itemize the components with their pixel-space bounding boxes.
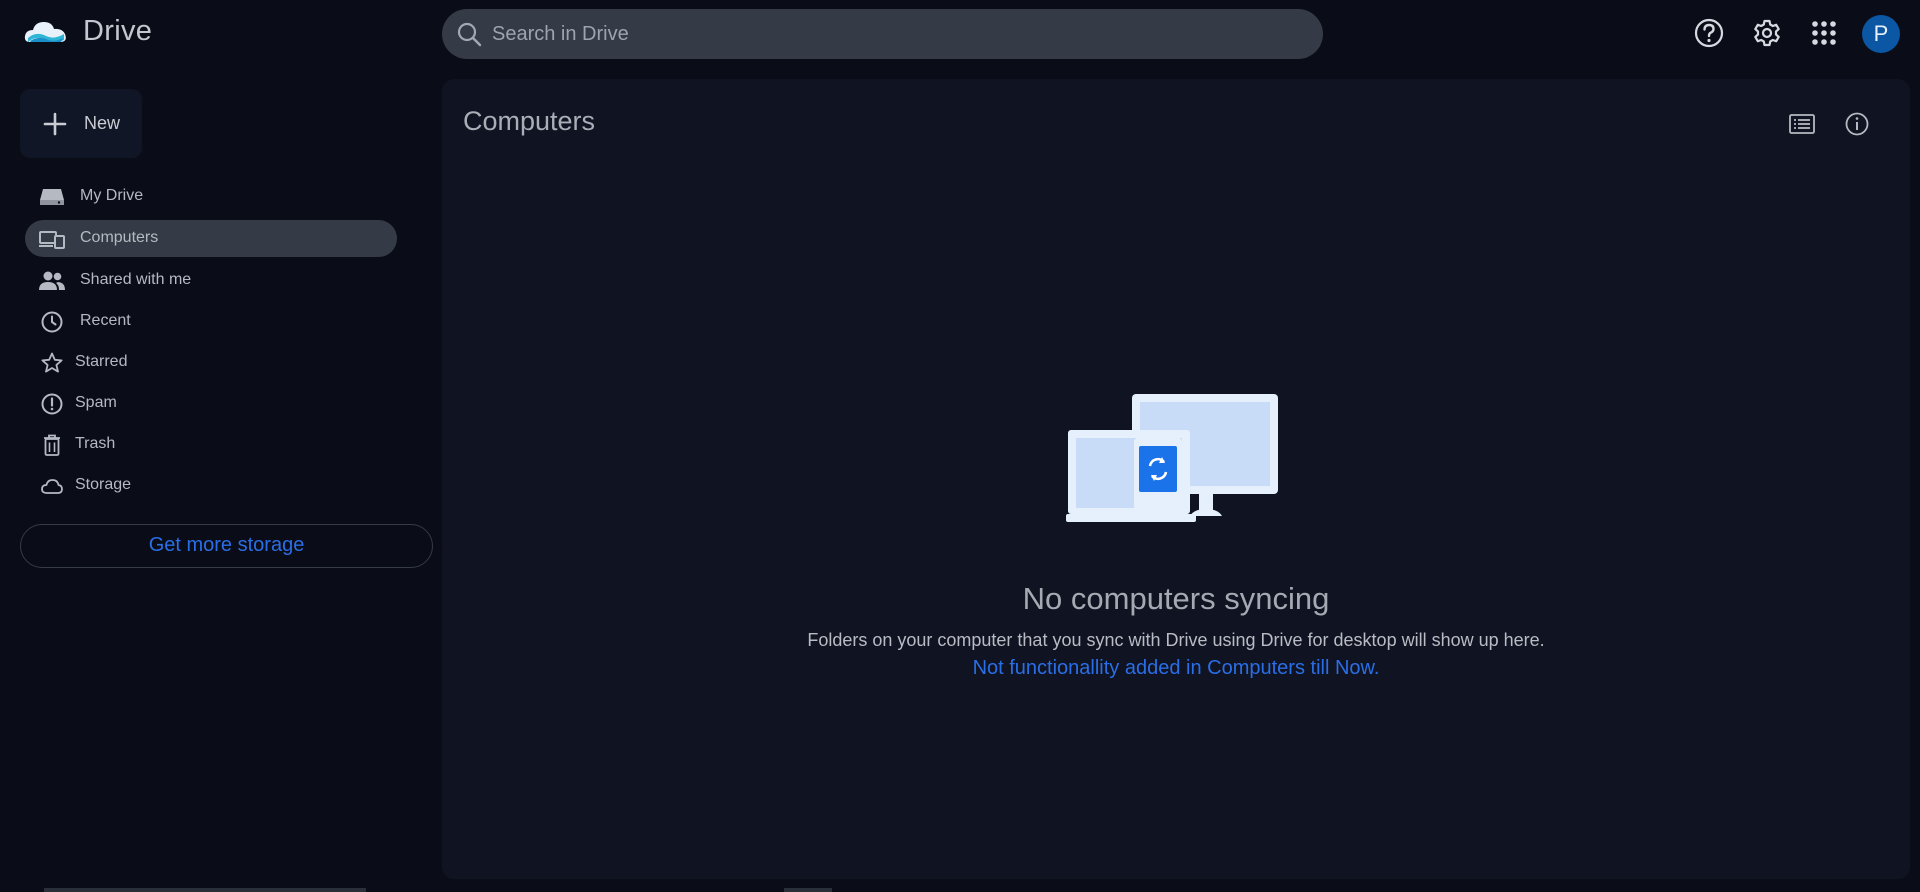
computers-sync-illustration xyxy=(1066,394,1278,522)
star-icon xyxy=(41,352,63,373)
horizontal-scrollbar-thumb[interactable] xyxy=(784,888,832,892)
clock-icon xyxy=(41,311,63,333)
account-avatar[interactable]: P xyxy=(1862,15,1900,53)
app-title: Drive xyxy=(83,15,153,47)
drive-logo-icon xyxy=(24,22,66,42)
drive-icon xyxy=(40,189,64,205)
sidebar-item-label: Shared with me xyxy=(80,271,192,288)
sidebar-item-label: Starred xyxy=(75,353,128,370)
sidebar-item-computers[interactable]: Computers xyxy=(25,220,397,257)
sidebar-item-my-drive[interactable]: My Drive xyxy=(25,178,397,215)
search-bar[interactable] xyxy=(442,9,1323,59)
empty-state-description: Folders on your computer that you sync w… xyxy=(807,630,1545,650)
top-bar: Drive P xyxy=(0,0,1920,66)
plus-icon xyxy=(43,112,67,136)
new-button[interactable]: New xyxy=(20,89,142,158)
sidebar-item-label: Storage xyxy=(75,476,132,493)
main-content-panel: Computers No computers syncing Folders o… xyxy=(442,79,1910,879)
computers-icon xyxy=(39,231,65,249)
sidebar-item-label: Recent xyxy=(80,312,131,329)
spam-icon xyxy=(41,393,63,415)
sidebar-item-label: Computers xyxy=(80,229,159,246)
sidebar-item-recent[interactable]: Recent xyxy=(25,303,397,340)
sidebar-item-label: Trash xyxy=(75,435,116,452)
get-more-storage-button[interactable]: Get more storage xyxy=(20,524,433,568)
trash-icon xyxy=(44,434,60,456)
help-icon[interactable] xyxy=(1693,17,1725,49)
search-icon[interactable] xyxy=(456,21,482,47)
new-button-label: New xyxy=(84,113,121,133)
cloud-icon xyxy=(41,479,63,494)
empty-state-title: No computers syncing xyxy=(1022,581,1330,616)
sidebar-item-trash[interactable]: Trash xyxy=(25,426,397,463)
apps-grid-icon[interactable] xyxy=(1808,17,1840,49)
empty-state-note-link[interactable]: Not functionallity added in Computers ti… xyxy=(442,657,1910,680)
sidebar-item-storage[interactable]: Storage xyxy=(25,467,397,504)
settings-gear-icon[interactable] xyxy=(1751,17,1783,49)
info-icon[interactable] xyxy=(1842,109,1872,139)
search-input[interactable] xyxy=(492,9,1292,59)
sidebar-item-shared-with-me[interactable]: Shared with me xyxy=(25,262,397,299)
sidebar-item-label: Spam xyxy=(75,394,117,411)
sidebar-item-starred[interactable]: Starred xyxy=(25,344,397,381)
people-icon xyxy=(39,271,65,290)
page-title: Computers xyxy=(463,106,596,136)
list-view-icon[interactable] xyxy=(1787,109,1817,139)
sidebar-item-label: My Drive xyxy=(80,187,144,204)
horizontal-scrollbar[interactable] xyxy=(44,888,366,892)
sidebar-item-spam[interactable]: Spam xyxy=(25,385,397,422)
